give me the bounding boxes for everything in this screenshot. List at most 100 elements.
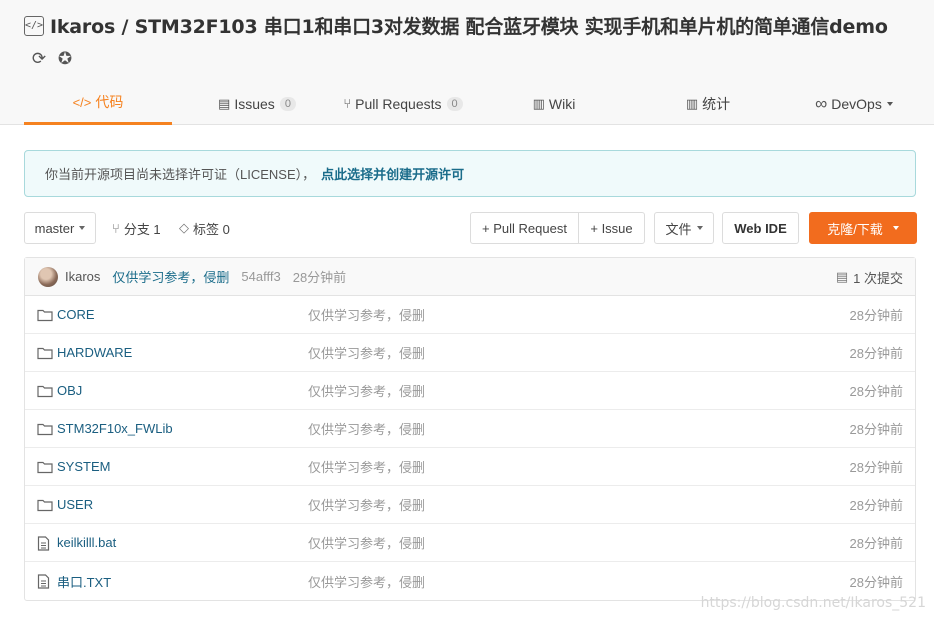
file-name-link[interactable]: 串口.TXT [57, 572, 111, 591]
branches-link[interactable]: ⑂ 分支 1 [112, 212, 161, 244]
file-icon [37, 536, 50, 554]
file-commit-message[interactable]: 仅供学习参考，侵删 [308, 495, 425, 514]
latest-commit-bar: Ikaros 仅供学习参考，侵删 54afff3 28分钟前 ▤ 1 次提交 [25, 258, 915, 296]
file-icon [37, 574, 50, 592]
issues-count-badge: 0 [279, 96, 296, 111]
folder-icon [37, 422, 53, 439]
pull-request-icon: ⑂ [343, 96, 352, 111]
file-row[interactable]: USER 仅供学习参考，侵删 28分钟前 [25, 486, 915, 524]
clone-label: 克隆/下载 [827, 221, 883, 237]
page-title: Ikaros / STM32F103 串口1和串口3对发数据 配合蓝牙模块 实现… [50, 16, 888, 38]
web-ide-button[interactable]: Web IDE [722, 212, 799, 244]
file-commit-time: 28分钟前 [849, 346, 903, 361]
branches-count: 分支 1 [123, 221, 161, 237]
files-label: 文件 [665, 221, 692, 237]
tab-stats[interactable]: ▥ 统计 [658, 82, 758, 125]
tab-label: Pull Requests [355, 95, 442, 112]
avatar[interactable] [38, 266, 58, 287]
tab-issues[interactable]: ▤ Issues 0 [184, 82, 330, 125]
chevron-down-icon [892, 226, 899, 230]
file-commit-message[interactable]: 仅供学习参考，侵删 [308, 457, 425, 476]
file-name-link[interactable]: STM32F10x_FWLib [57, 421, 173, 436]
commits-count-link[interactable]: ▤ 1 次提交 [836, 258, 903, 296]
file-name-link[interactable]: CORE [57, 307, 95, 322]
tab-code[interactable]: </> 代码 [24, 82, 172, 125]
file-name-link[interactable]: SYSTEM [57, 459, 110, 474]
folder-icon [37, 346, 53, 363]
file-commit-time: 28分钟前 [849, 460, 903, 475]
tab-label: Wiki [548, 95, 576, 112]
file-row[interactable]: keilkilll.bat 仅供学习参考，侵删 28分钟前 [25, 524, 915, 562]
folder-icon [37, 308, 53, 325]
file-row[interactable]: CORE 仅供学习参考，侵删 28分钟前 [25, 296, 915, 334]
new-issue-button[interactable]: + Issue [578, 212, 645, 244]
create-license-link[interactable]: 点此选择并创建开源许可 [321, 164, 464, 183]
file-row[interactable]: STM32F10x_FWLib 仅供学习参考，侵删 28分钟前 [25, 410, 915, 448]
branch-icon: ⑂ [112, 220, 120, 236]
clone-download-button[interactable]: 克隆/下载 [809, 212, 917, 244]
code-icon: </> [72, 94, 92, 110]
file-name-link[interactable]: keilkilll.bat [57, 535, 116, 550]
file-name-link[interactable]: USER [57, 497, 93, 512]
file-row[interactable]: SYSTEM 仅供学习参考，侵删 28分钟前 [25, 448, 915, 486]
commit-sha[interactable]: 54afff3 [241, 269, 280, 284]
tab-wiki[interactable]: ▥ Wiki [504, 82, 604, 125]
issues-icon: ▤ [218, 95, 231, 111]
chevron-down-icon [696, 226, 703, 230]
file-commit-message[interactable]: 仅供学习参考，侵删 [308, 305, 425, 324]
commits-count: 1 次提交 [853, 270, 903, 286]
tab-devops[interactable]: ∞ DevOps [804, 82, 904, 125]
file-commit-message[interactable]: 仅供学习参考，侵删 [308, 533, 425, 552]
file-row[interactable]: HARDWARE 仅供学习参考，侵删 28分钟前 [25, 334, 915, 372]
new-pull-request-button[interactable]: + Pull Request [470, 212, 579, 244]
file-commit-time: 28分钟前 [849, 574, 903, 590]
repo-toolbar: master ⑂ 分支 1 ◇ 标签 0 + Pull Request + Is… [24, 212, 917, 244]
file-list: CORE 仅供学习参考，侵删 28分钟前 HARDWARE 仅供学习参考，侵删 28分钟前… [25, 296, 915, 600]
file-commit-message[interactable]: 仅供学习参考，侵删 [308, 343, 425, 362]
commit-author[interactable]: Ikaros [65, 269, 100, 284]
commit-message[interactable]: 仅供学习参考，侵删 [112, 267, 229, 286]
pull-requests-count-badge: 0 [446, 96, 463, 111]
file-commit-time: 28分钟前 [849, 498, 903, 513]
tags-count: 标签 0 [193, 221, 230, 237]
folder-icon [37, 384, 53, 401]
file-commit-message[interactable]: 仅供学习参考，侵删 [308, 572, 425, 591]
file-commit-time: 28分钟前 [849, 384, 903, 399]
files-menu-button[interactable]: 文件 [654, 212, 714, 244]
repo-header: </> Ikaros / STM32F103 串口1和串口3对发数据 配合蓝牙模… [0, 0, 934, 125]
tag-icon: ◇ [179, 220, 189, 235]
history-icon: ▤ [835, 269, 849, 284]
file-commit-time: 28分钟前 [849, 536, 903, 551]
folder-icon [37, 498, 53, 515]
chevron-down-icon [886, 101, 893, 106]
tab-label: 统计 [702, 95, 731, 112]
wiki-icon: ▥ [532, 95, 545, 111]
file-table: Ikaros 仅供学习参考，侵删 54afff3 28分钟前 ▤ 1 次提交 C… [24, 257, 916, 601]
tags-link[interactable]: ◇ 标签 0 [179, 212, 230, 244]
file-name-link[interactable]: OBJ [57, 383, 82, 398]
tab-pull-requests[interactable]: ⑂ Pull Requests 0 [330, 82, 476, 125]
file-commit-time: 28分钟前 [849, 422, 903, 437]
license-notice: 你当前开源项目尚未选择许可证（LICENSE）， 点此选择并创建开源许可 [24, 150, 916, 197]
repo-status-icons: ⟳ ✪ [28, 48, 76, 70]
file-commit-time: 28分钟前 [849, 308, 903, 323]
repo-tabs: </> 代码 ▤ Issues 0 ⑂ Pull Requests 0 ▥ Wi… [24, 82, 934, 125]
tab-label: Issues [234, 95, 275, 112]
code-icon: </> [24, 15, 44, 36]
branch-select[interactable]: master [24, 212, 96, 244]
tab-label: DevOps [831, 95, 882, 112]
title-row: </> Ikaros / STM32F103 串口1和串口3对发数据 配合蓝牙模… [24, 12, 888, 39]
watermark: https://blog.csdn.net/Ikaros_521 [700, 595, 926, 611]
file-commit-message[interactable]: 仅供学习参考，侵删 [308, 381, 425, 400]
file-name-link[interactable]: HARDWARE [57, 345, 132, 360]
folder-icon [37, 460, 53, 477]
sync-icon[interactable]: ⟳ [28, 48, 50, 70]
infinity-icon: ∞ [815, 93, 828, 113]
stats-icon: ▥ [685, 95, 699, 111]
award-icon[interactable]: ✪ [54, 48, 76, 70]
file-row[interactable]: OBJ 仅供学习参考，侵删 28分钟前 [25, 372, 915, 410]
file-commit-message[interactable]: 仅供学习参考，侵删 [308, 419, 425, 438]
commit-time: 28分钟前 [292, 270, 347, 285]
chevron-down-icon [79, 226, 86, 230]
branch-name: master [34, 220, 75, 236]
